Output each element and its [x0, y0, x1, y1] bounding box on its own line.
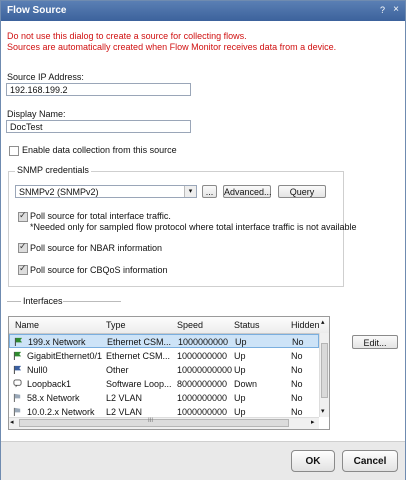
- advanced-button[interactable]: Advanced...: [223, 185, 272, 198]
- cell-status: Up: [234, 393, 246, 403]
- interfaces-rule-left: [7, 301, 21, 302]
- poll-cbqos-checkbox[interactable]: [18, 263, 28, 275]
- scroll-down-icon[interactable]: ▾: [321, 407, 325, 415]
- poll-total-label: Poll source for total interface traffic.: [30, 211, 171, 221]
- chevron-down-icon: ▾: [184, 186, 196, 197]
- column-header-name[interactable]: Name: [15, 320, 39, 330]
- cell-speed: 10000000000: [177, 365, 233, 375]
- grip-icon: III: [148, 418, 154, 424]
- title-bar: Flow Source ? ×: [1, 1, 405, 21]
- horizontal-scroll-thumb[interactable]: III: [19, 418, 289, 427]
- cell-hidden: No: [292, 337, 304, 347]
- cell-speed: 1000000000: [177, 407, 228, 417]
- help-button[interactable]: ?: [380, 5, 385, 15]
- column-header-type[interactable]: Type: [106, 320, 126, 330]
- vlan-icon: [13, 407, 21, 416]
- ok-button[interactable]: OK: [291, 450, 335, 472]
- error-line-1: Do not use this dialog to create a sourc…: [7, 31, 247, 41]
- snmp-group-label: SNMP credentials: [15, 165, 91, 175]
- cell-speed: 1000000000: [177, 351, 228, 361]
- cell-type: L2 VLAN: [106, 393, 143, 403]
- table-row[interactable]: 199.x Network Ethernet CSM... 1000000000…: [9, 334, 319, 348]
- interfaces-rule-right: [63, 301, 121, 302]
- flag-icon: [13, 365, 22, 374]
- display-name-input[interactable]: DocTest: [6, 120, 191, 133]
- column-header-speed[interactable]: Speed: [177, 320, 203, 330]
- cell-status: Up: [234, 351, 246, 361]
- poll-total-note: *Needed only for sampled flow protocol w…: [30, 222, 357, 232]
- cell-type: L2 VLAN: [106, 407, 143, 417]
- interfaces-group-label: Interfaces: [23, 296, 63, 306]
- cell-type: Software Loop...: [106, 379, 172, 389]
- cell-status: Up: [234, 407, 246, 417]
- cell-name: Null0: [27, 365, 48, 375]
- table-row[interactable]: 58.x Network L2 VLAN 1000000000 Up No: [9, 391, 319, 405]
- cell-speed: 1000000000: [177, 393, 228, 403]
- poll-nbar-label: Poll source for NBAR information: [30, 243, 163, 253]
- cell-status: Up: [235, 337, 247, 347]
- column-header-hidden[interactable]: Hidden: [291, 320, 320, 330]
- enable-collection-label: Enable data collection from this source: [22, 145, 177, 155]
- cell-speed: 1000000000: [178, 337, 229, 347]
- query-button[interactable]: Query: [278, 185, 326, 198]
- snmp-credential-select[interactable]: SNMPv2 (SNMPv2) ▾: [15, 185, 197, 198]
- table-header: Name Type Speed Status Hidden ▴: [9, 317, 329, 334]
- vlan-icon: [13, 393, 21, 402]
- cell-hidden: No: [291, 365, 303, 375]
- dialog-footer: OK Cancel: [1, 441, 405, 480]
- bubble-icon: [13, 379, 22, 388]
- table-row[interactable]: Loopback1 Software Loop... 8000000000 Do…: [9, 377, 319, 391]
- cell-hidden: No: [291, 407, 303, 417]
- table-row[interactable]: Null0 Other 10000000000 Up No: [9, 363, 319, 377]
- poll-total-checkbox[interactable]: [18, 210, 28, 222]
- table-row[interactable]: GigabitEthernet0/1 Ethernet CSM... 10000…: [9, 349, 319, 363]
- cell-status: Down: [234, 379, 258, 389]
- poll-cbqos-label: Poll source for CBQoS information: [30, 265, 168, 275]
- snmp-credential-value: SNMPv2 (SNMPv2): [19, 187, 99, 197]
- cancel-button[interactable]: Cancel: [342, 450, 398, 472]
- scroll-left-icon[interactable]: ◂: [10, 418, 14, 426]
- interfaces-table: Name Type Speed Status Hidden ▴ 199.x Ne…: [8, 316, 330, 430]
- cell-status: Up: [234, 365, 246, 375]
- flag-icon: [13, 351, 22, 360]
- cell-hidden: No: [291, 379, 303, 389]
- display-name-label: Display Name:: [7, 109, 66, 119]
- cell-type: Ethernet CSM...: [106, 351, 171, 361]
- cell-name: 58.x Network: [27, 393, 80, 403]
- cell-hidden: No: [291, 351, 303, 361]
- edit-button[interactable]: Edit...: [352, 335, 398, 349]
- cell-name: 10.0.2.x Network: [27, 407, 95, 417]
- poll-nbar-checkbox[interactable]: [18, 241, 28, 253]
- flag-icon: [14, 337, 23, 346]
- flow-source-dialog: Flow Source ? × Do not use this dialog t…: [0, 0, 406, 480]
- cell-name: GigabitEthernet0/1: [27, 351, 103, 361]
- dialog-title: Flow Source: [7, 5, 67, 16]
- cell-type: Ethernet CSM...: [107, 337, 172, 347]
- error-line-2: Sources are automatically created when F…: [7, 42, 337, 52]
- ellipsis-button[interactable]: ...: [202, 185, 217, 198]
- vertical-scrollbar[interactable]: ▾: [319, 333, 329, 417]
- source-ip-label: Source IP Address:: [7, 72, 84, 82]
- close-button[interactable]: ×: [393, 4, 399, 15]
- cell-type: Other: [106, 365, 129, 375]
- cell-hidden: No: [291, 393, 303, 403]
- cell-speed: 8000000000: [177, 379, 228, 389]
- cell-name: 199.x Network: [28, 337, 86, 347]
- scroll-up-icon[interactable]: ▴: [321, 318, 325, 326]
- horizontal-scrollbar[interactable]: ◂ III ▸: [9, 417, 319, 429]
- scroll-right-icon[interactable]: ▸: [311, 418, 315, 426]
- enable-collection-checkbox[interactable]: [9, 146, 19, 156]
- source-ip-input[interactable]: 192.168.199.2: [6, 83, 191, 96]
- column-header-status[interactable]: Status: [234, 320, 260, 330]
- cell-name: Loopback1: [27, 379, 72, 389]
- vertical-scroll-thumb[interactable]: [321, 343, 328, 398]
